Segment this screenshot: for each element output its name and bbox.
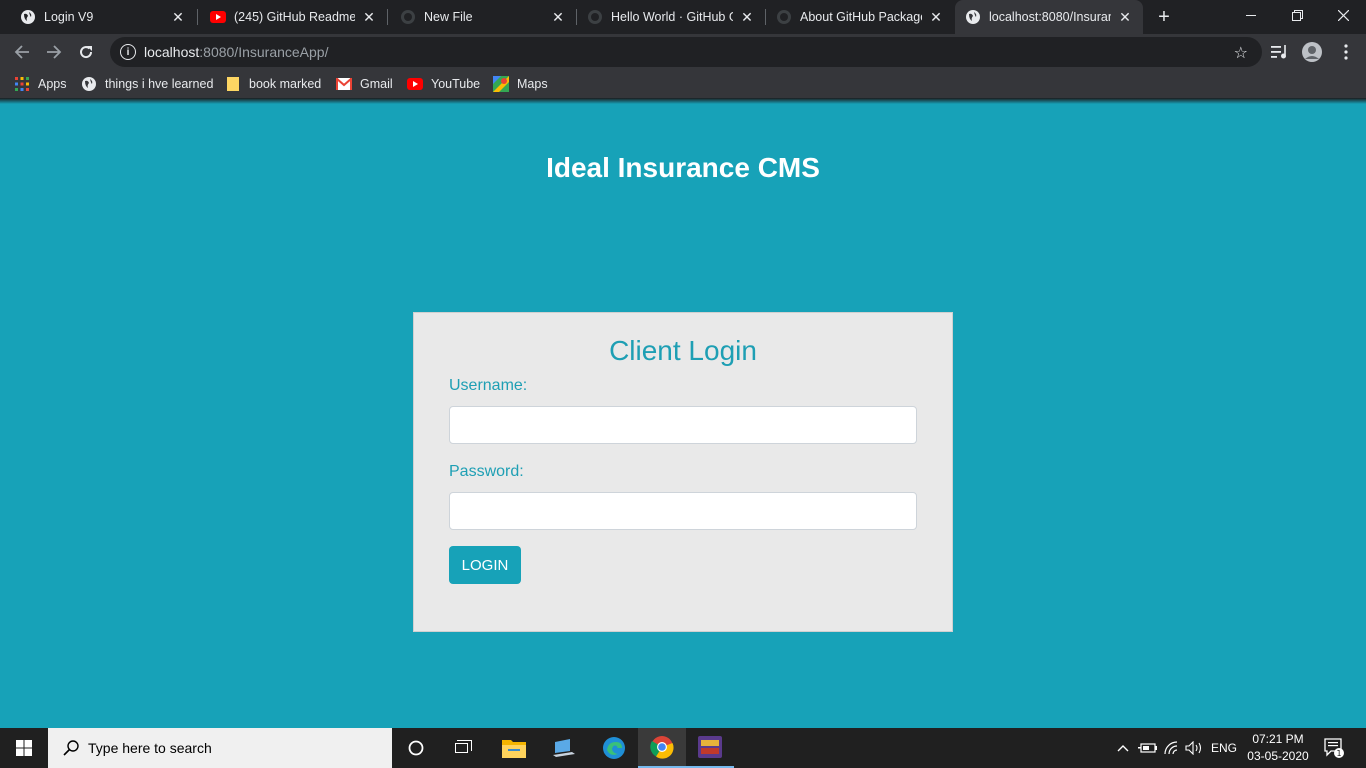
bookmark-maps[interactable]: Maps xyxy=(493,76,548,92)
bookmark-apps[interactable]: Apps xyxy=(14,76,67,92)
notification-count: 1 xyxy=(1336,749,1341,758)
windows-taskbar: Type here to search ENG 07:21 PM 03-05-2… xyxy=(0,728,1366,768)
site-info-icon[interactable]: i xyxy=(120,44,136,60)
login-card-title: Client Login xyxy=(609,335,757,366)
close-tab-icon[interactable]: ✕ xyxy=(1117,9,1133,25)
tab-new-file[interactable]: New File ✕ xyxy=(388,0,576,34)
close-tab-icon[interactable]: ✕ xyxy=(361,9,377,25)
this-pc-app[interactable] xyxy=(540,728,588,768)
bookmark-label: book marked xyxy=(249,77,322,91)
page-title: Ideal Insurance CMS xyxy=(546,152,820,183)
username-input[interactable] xyxy=(449,406,917,444)
bookmark-label: Apps xyxy=(38,77,67,91)
volume-icon[interactable] xyxy=(1183,728,1207,768)
password-input[interactable] xyxy=(449,492,917,530)
windows-start-button[interactable] xyxy=(0,728,48,768)
pinned-app[interactable] xyxy=(686,728,734,768)
url-host: localhost xyxy=(144,44,200,60)
github-icon xyxy=(400,9,416,25)
browser-toolbar: i localhost:8080/InsuranceApp/ ☆ xyxy=(0,34,1366,70)
cortana-button[interactable] xyxy=(392,728,440,768)
bookmarks-bar: Apps things i hve learned book marked Gm… xyxy=(0,70,1366,98)
new-tab-button[interactable]: + xyxy=(1153,6,1175,28)
close-tab-icon[interactable]: ✕ xyxy=(550,9,566,25)
tab-hello-world[interactable]: Hello World · GitHub Gu ✕ xyxy=(577,0,765,34)
folder-icon xyxy=(225,76,241,92)
gmail-icon xyxy=(336,76,352,92)
file-explorer-app[interactable] xyxy=(490,728,538,768)
apps-grid-icon xyxy=(14,76,30,92)
close-tab-icon[interactable]: ✕ xyxy=(739,9,755,25)
edge-browser-app[interactable] xyxy=(590,728,638,768)
search-placeholder: Type here to search xyxy=(88,740,212,756)
github-icon xyxy=(587,9,603,25)
url-path: :8080/InsuranceApp/ xyxy=(199,44,329,60)
bookmark-label: Maps xyxy=(517,77,548,91)
bookmark-star-icon[interactable]: ☆ xyxy=(1234,43,1248,63)
restore-button[interactable] xyxy=(1274,0,1320,30)
password-label: Password: xyxy=(449,463,524,480)
show-hidden-icons-chevron-icon[interactable] xyxy=(1113,728,1133,768)
browser-menu-icon[interactable] xyxy=(1336,42,1356,62)
action-center-button[interactable]: 1 xyxy=(1318,728,1350,768)
username-label: Username: xyxy=(449,377,528,394)
task-view-button[interactable] xyxy=(440,728,488,768)
close-tab-icon[interactable]: ✕ xyxy=(170,9,186,25)
battery-icon[interactable] xyxy=(1136,728,1160,768)
tab-login-v9[interactable]: Login V9 ✕ xyxy=(0,0,196,34)
tab-title: localhost:8080/Insuranc xyxy=(989,10,1111,24)
globe-icon xyxy=(965,9,981,25)
tab-github-readme[interactable]: (245) GitHub Readme In ✕ xyxy=(198,0,387,34)
minimize-button[interactable] xyxy=(1228,0,1274,30)
toolbar-shadow xyxy=(0,98,1366,104)
globe-icon xyxy=(81,76,97,92)
bookmark-youtube[interactable]: YouTube xyxy=(407,76,480,92)
clock-time: 07:21 PM xyxy=(1252,732,1304,746)
bookmark-label: YouTube xyxy=(431,77,481,91)
chrome-app[interactable] xyxy=(638,728,686,768)
tab-title: New File xyxy=(424,10,473,24)
bookmark-gmail[interactable]: Gmail xyxy=(336,76,393,92)
search-icon xyxy=(62,739,80,757)
tab-title: Hello World · GitHub Gu xyxy=(611,10,733,24)
globe-icon xyxy=(20,9,36,25)
browser-tab-strip: Login V9 ✕ (245) GitHub Readme In ✕ New … xyxy=(0,0,1366,34)
bookmark-label: things i hve learned xyxy=(105,77,214,91)
youtube-icon xyxy=(210,9,226,25)
bookmark-book-marked[interactable]: book marked xyxy=(225,76,321,92)
taskbar-search-box[interactable]: Type here to search xyxy=(48,728,392,768)
back-button[interactable] xyxy=(10,40,34,64)
login-button[interactable]: LOGIN xyxy=(449,546,521,584)
tab-title: Login V9 xyxy=(44,10,94,24)
forward-button[interactable] xyxy=(42,40,66,64)
youtube-icon xyxy=(407,76,423,92)
reload-button[interactable] xyxy=(74,40,98,64)
maps-icon xyxy=(493,76,509,92)
tab-localhost[interactable]: localhost:8080/Insuranc ✕ xyxy=(955,0,1143,34)
media-control-icon[interactable] xyxy=(1270,42,1290,62)
close-tab-icon[interactable]: ✕ xyxy=(928,9,944,25)
profile-avatar[interactable] xyxy=(1302,42,1322,62)
input-language-indicator[interactable]: ENG xyxy=(1208,728,1240,768)
github-icon xyxy=(776,9,792,25)
bookmark-label: Gmail xyxy=(360,77,393,91)
system-clock[interactable]: 07:21 PM 03-05-2020 xyxy=(1240,731,1316,765)
tab-github-packages[interactable]: About GitHub Packages ✕ xyxy=(766,0,954,34)
close-window-button[interactable] xyxy=(1320,0,1366,30)
bookmark-things-learned[interactable]: things i hve learned xyxy=(81,76,213,92)
clock-date: 03-05-2020 xyxy=(1247,749,1309,763)
tab-title: (245) GitHub Readme In xyxy=(234,10,355,24)
wifi-icon[interactable] xyxy=(1161,728,1183,768)
address-bar[interactable]: i localhost:8080/InsuranceApp/ ☆ xyxy=(110,37,1262,67)
login-card: Client Login Username: Password: LOGIN xyxy=(413,312,953,632)
tab-title: About GitHub Packages xyxy=(800,10,922,24)
